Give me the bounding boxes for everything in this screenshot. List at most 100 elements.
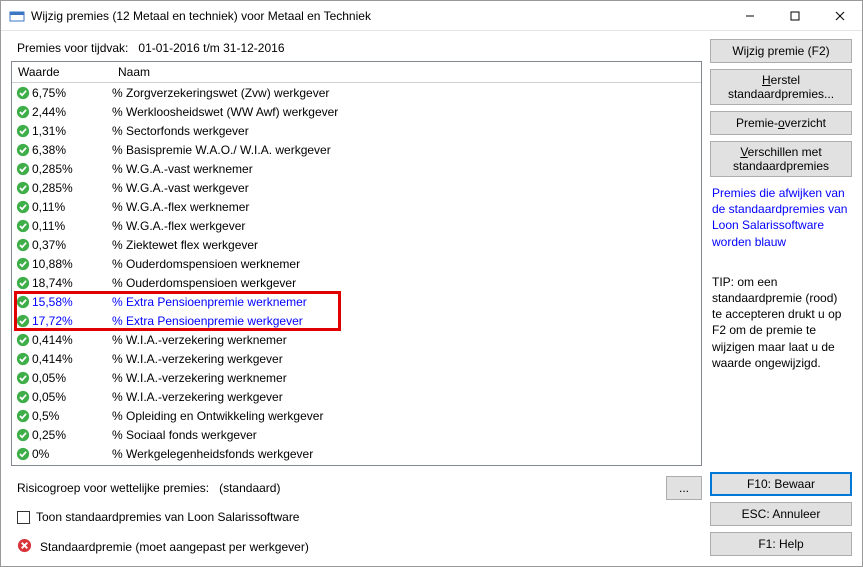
check-icon: [14, 143, 32, 157]
cell-naam: % W.I.A.-verzekering werknemer: [112, 371, 699, 385]
column-naam[interactable]: Naam: [112, 62, 701, 83]
cell-waarde: 0%: [32, 447, 112, 461]
help-button[interactable]: F1: Help: [710, 532, 852, 556]
period-label: Premies voor tijdvak: 01-01-2016 t/m 31-…: [17, 41, 700, 55]
cell-waarde: 6,75%: [32, 86, 112, 100]
cell-waarde: 0,11%: [32, 219, 112, 233]
table-row[interactable]: 0,414%% W.I.A.-verzekering werknemer: [12, 330, 701, 349]
table-row[interactable]: 10,88%% Ouderdomspensioen werknemer: [12, 254, 701, 273]
window-title: Wijzig premies (12 Metaal en techniek) v…: [31, 9, 727, 23]
app-icon: [9, 8, 25, 24]
cell-waarde: 15,58%: [32, 295, 112, 309]
cell-waarde: 17,72%: [32, 314, 112, 328]
table-row[interactable]: 0,5%% Opleiding en Ontwikkeling werkgeve…: [12, 406, 701, 425]
cell-naam: % Ouderdomspensioen werkgever: [112, 276, 699, 290]
premie-overzicht-button[interactable]: Premie-overzicht: [710, 111, 852, 135]
cell-waarde: 0,414%: [32, 333, 112, 347]
cell-waarde: 0,37%: [32, 238, 112, 252]
premies-grid[interactable]: Waarde Naam 6,75%% Zorgverzekeringswet (…: [11, 61, 702, 466]
annuleer-button[interactable]: ESC: Annuleer: [710, 502, 852, 526]
side-info-text: Premies die afwijken van de standaardpre…: [710, 183, 852, 252]
table-row[interactable]: 0,11%% W.G.A.-flex werknemer: [12, 197, 701, 216]
check-icon: [14, 352, 32, 366]
bewaar-button[interactable]: F10: Bewaar: [710, 472, 852, 496]
cell-naam: % Opleiding en Ontwikkeling werkgever: [112, 409, 699, 423]
cell-naam: % W.I.A.-verzekering werkgever: [112, 352, 699, 366]
footer-error-text: Standaardpremie (moet aangepast per werk…: [40, 540, 309, 554]
check-icon: [14, 200, 32, 214]
risicogroep-browse-button[interactable]: ...: [666, 476, 702, 500]
table-row[interactable]: 18,74%% Ouderdomspensioen werkgever: [12, 273, 701, 292]
table-row[interactable]: 2,44%% Werkloosheidswet (WW Awf) werkgev…: [12, 102, 701, 121]
side-tip-text: TIP: om een standaardpremie (rood) te ac…: [710, 272, 852, 373]
cell-waarde: 1,31%: [32, 124, 112, 138]
check-icon: [14, 390, 32, 404]
table-row[interactable]: 15,58%% Extra Pensioenpremie werknemer: [12, 292, 701, 311]
cell-waarde: 0,5%: [32, 409, 112, 423]
cell-waarde: 0,05%: [32, 371, 112, 385]
cell-naam: % W.G.A.-vast werkgever: [112, 181, 699, 195]
table-row[interactable]: 17,72%% Extra Pensioenpremie werkgever: [12, 311, 701, 330]
maximize-button[interactable]: [772, 1, 817, 30]
check-icon: [14, 181, 32, 195]
cell-waarde: 0,414%: [32, 352, 112, 366]
check-icon: [14, 162, 32, 176]
check-icon: [14, 333, 32, 347]
table-row[interactable]: 6,38%% Basispremie W.A.O./ W.I.A. werkge…: [12, 140, 701, 159]
check-icon: [14, 86, 32, 100]
cell-naam: % W.G.A.-flex werknemer: [112, 200, 699, 214]
cell-naam: % Zorgverzekeringswet (Zvw) werkgever: [112, 86, 699, 100]
table-row[interactable]: 0,37%% Ziektewet flex werkgever: [12, 235, 701, 254]
table-row[interactable]: 0,285%% W.G.A.-vast werkgever: [12, 178, 701, 197]
cell-waarde: 0,285%: [32, 162, 112, 176]
check-icon: [14, 409, 32, 423]
column-waarde[interactable]: Waarde: [12, 62, 112, 83]
table-row[interactable]: 0,05%% W.I.A.-verzekering werknemer: [12, 368, 701, 387]
cell-naam: % Ziektewet flex werkgever: [112, 238, 699, 252]
table-row[interactable]: 6,75%% Zorgverzekeringswet (Zvw) werkgev…: [12, 83, 701, 102]
toon-standaard-label: Toon standaardpremies van Loon Salarisso…: [36, 510, 299, 524]
cell-waarde: 0,11%: [32, 200, 112, 214]
toon-standaard-checkbox[interactable]: [17, 511, 30, 524]
cell-naam: % Extra Pensioenpremie werknemer: [112, 295, 699, 309]
check-icon: [14, 238, 32, 252]
wijzig-premie-button[interactable]: Wijzig premie (F2): [710, 39, 852, 63]
cell-naam: % Werkloosheidswet (WW Awf) werkgever: [112, 105, 699, 119]
verschillen-button[interactable]: Verschillen met standaardpremies: [710, 141, 852, 177]
cell-waarde: 0,285%: [32, 181, 112, 195]
cell-naam: % W.G.A.-vast werknemer: [112, 162, 699, 176]
cell-waarde: 0,05%: [32, 390, 112, 404]
table-row[interactable]: 0,414%% W.I.A.-verzekering werkgever: [12, 349, 701, 368]
cell-naam: % Ouderdomspensioen werknemer: [112, 257, 699, 271]
cell-waarde: 2,44%: [32, 105, 112, 119]
cell-waarde: 6,38%: [32, 143, 112, 157]
table-row[interactable]: 0,05%% W.I.A.-verzekering werkgever: [12, 387, 701, 406]
check-icon: [14, 124, 32, 138]
check-icon: [14, 428, 32, 442]
check-icon: [14, 371, 32, 385]
cell-waarde: 10,88%: [32, 257, 112, 271]
table-row[interactable]: 0,11%% W.G.A.-flex werkgever: [12, 216, 701, 235]
table-row[interactable]: 0,25%% Sociaal fonds werkgever: [12, 425, 701, 444]
table-row[interactable]: 1,31%% Sectorfonds werkgever: [12, 121, 701, 140]
cell-naam: % Sociaal fonds werkgever: [112, 428, 699, 442]
check-icon: [14, 314, 32, 328]
table-row[interactable]: 0%% Werkgelegenheidsfonds werkgever: [12, 444, 701, 463]
error-icon: [17, 538, 32, 556]
cell-naam: % Werkgelegenheidsfonds werkgever: [112, 447, 699, 461]
grid-header: Waarde Naam: [12, 62, 701, 83]
cell-naam: % Basispremie W.A.O./ W.I.A. werkgever: [112, 143, 699, 157]
cell-waarde: 18,74%: [32, 276, 112, 290]
check-icon: [14, 447, 32, 461]
cell-naam: % W.I.A.-verzekering werkgever: [112, 390, 699, 404]
herstel-button[interactable]: Herstel standaardpremies...: [710, 69, 852, 105]
check-icon: [14, 257, 32, 271]
minimize-button[interactable]: [727, 1, 772, 30]
cell-waarde: 0,25%: [32, 428, 112, 442]
cell-naam: % Extra Pensioenpremie werkgever: [112, 314, 699, 328]
table-row[interactable]: 0,285%% W.G.A.-vast werknemer: [12, 159, 701, 178]
cell-naam: % W.G.A.-flex werkgever: [112, 219, 699, 233]
check-icon: [14, 219, 32, 233]
check-icon: [14, 295, 32, 309]
close-button[interactable]: [817, 1, 862, 30]
